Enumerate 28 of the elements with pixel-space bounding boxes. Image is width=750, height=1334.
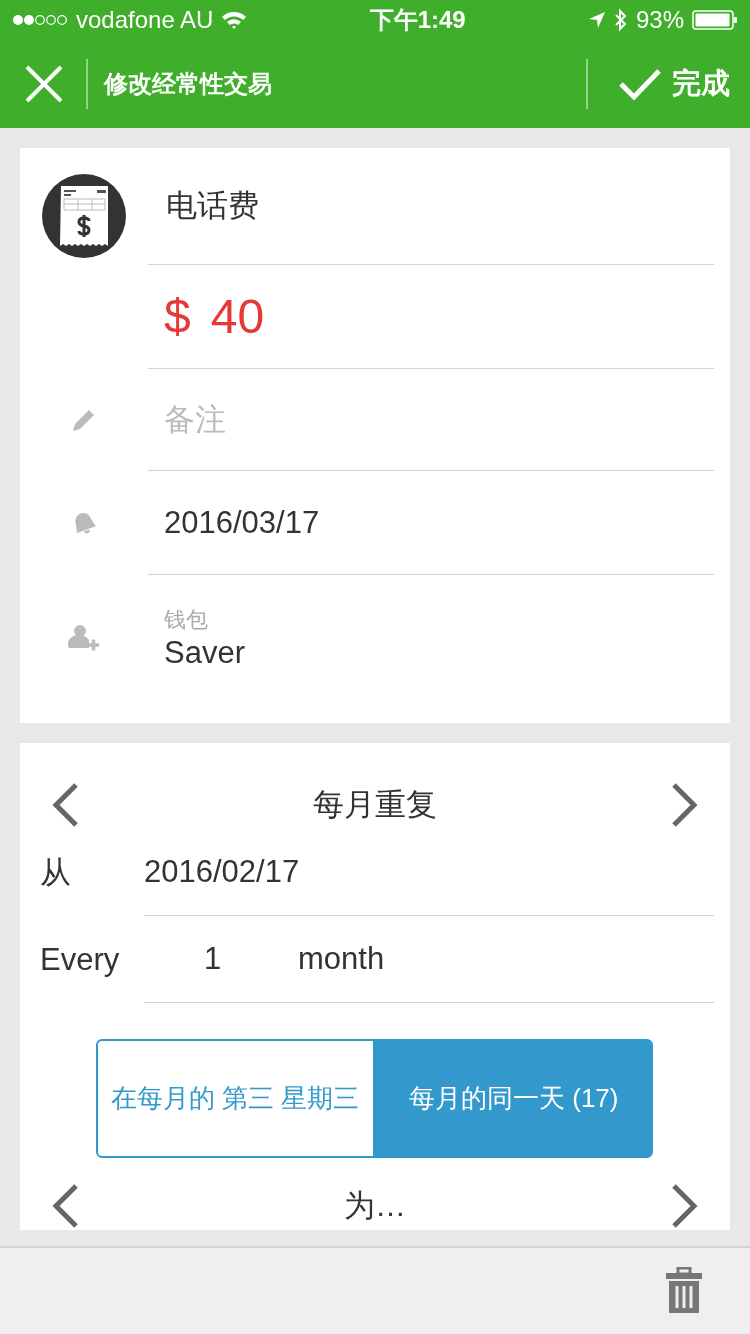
screen-title: 修改经常性交易 [102,69,273,99]
status-time: 下午1:49 [369,5,466,35]
close-icon[interactable] [24,64,64,104]
category-name: 电话费 [166,187,260,225]
bluetooth-icon [613,8,628,32]
checkmark-icon [618,67,662,101]
date-value[interactable]: 2016/03/17 [164,504,714,541]
amount-value: 40 [210,289,265,344]
duration-title: 为… [344,1187,406,1225]
person-add-icon [68,624,100,652]
wifi-icon [221,10,248,30]
wallet-value[interactable]: Saver [164,635,714,671]
signal-icon [12,14,68,26]
pencil-icon [71,407,97,433]
every-label: Every [39,940,121,979]
receipt-icon [42,174,126,258]
trash-icon[interactable] [666,1267,702,1315]
from-date[interactable]: 2016/02/17 [144,854,300,890]
wallet-label: 钱包 [164,606,209,634]
carrier-name: vodafone AU [76,6,214,34]
interval-count[interactable]: 1 [144,941,298,977]
currency-symbol: $ [164,289,191,344]
battery-percent: 93% [635,6,684,34]
repeat-title: 每月重复 [313,786,437,824]
from-label: 从 [39,853,72,892]
location-icon [587,11,606,29]
interval-unit[interactable]: month [298,941,385,977]
battery-icon [692,10,738,30]
